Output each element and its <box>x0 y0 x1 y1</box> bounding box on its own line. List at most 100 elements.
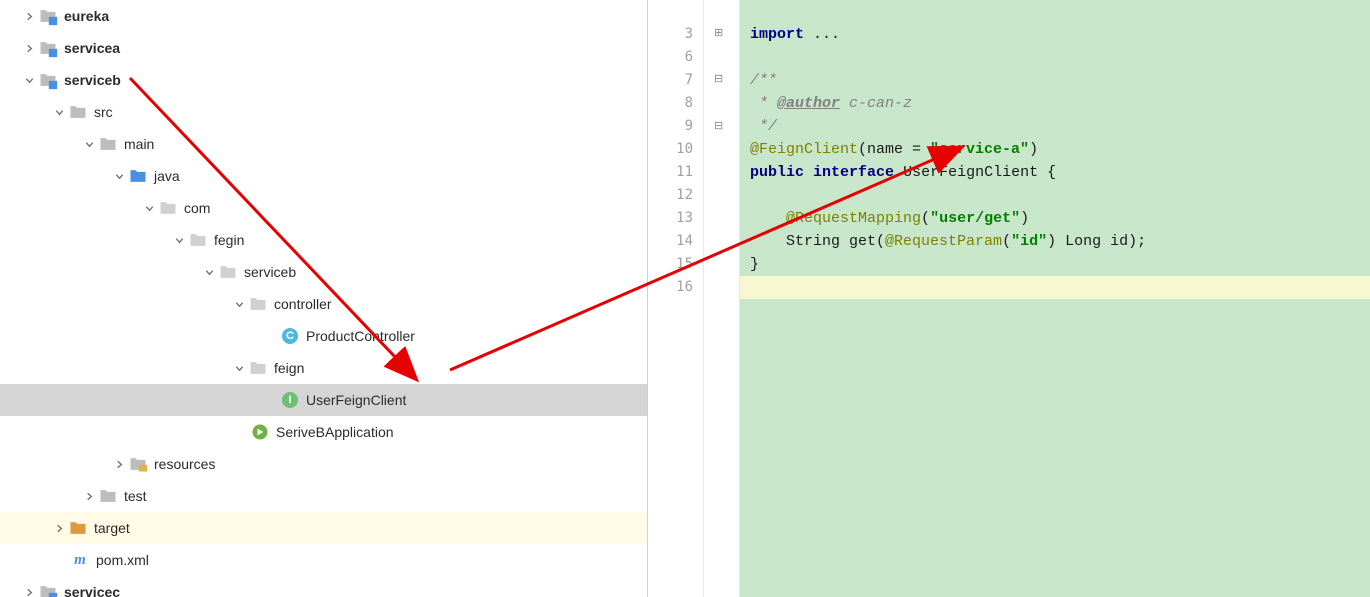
gutter-line: 16 <box>648 276 693 299</box>
chevron-down-icon[interactable] <box>230 363 248 374</box>
module-folder-icon <box>38 70 58 90</box>
interface-icon: I <box>280 390 300 410</box>
chevron-down-icon[interactable] <box>20 75 38 86</box>
tree-label: target <box>94 520 130 536</box>
tree-item-product-controller[interactable]: C ProductController <box>0 320 647 352</box>
chevron-down-icon[interactable] <box>50 107 68 118</box>
chevron-right-icon[interactable] <box>80 491 98 502</box>
project-tree[interactable]: eureka servicea serviceb <box>0 0 648 597</box>
tree-item-resources[interactable]: resources <box>0 448 647 480</box>
chevron-right-icon[interactable] <box>20 43 38 54</box>
code-string: "service-a" <box>930 141 1029 158</box>
chevron-down-icon[interactable] <box>110 171 128 182</box>
tree-item-seriveb-application[interactable]: SeriveBApplication <box>0 416 647 448</box>
tree-item-src[interactable]: src <box>0 96 647 128</box>
tree-item-java[interactable]: java <box>0 160 647 192</box>
folder-icon <box>98 134 118 154</box>
chevron-down-icon[interactable] <box>140 203 158 214</box>
tree-item-eureka[interactable]: eureka <box>0 0 647 32</box>
tree-item-target[interactable]: target <box>0 512 647 544</box>
tree-item-fegin[interactable]: fegin <box>0 224 647 256</box>
code-comment: c-can-z <box>840 95 912 112</box>
code-comment: */ <box>750 118 777 135</box>
tree-item-main[interactable]: main <box>0 128 647 160</box>
code-comment: * <box>750 95 777 112</box>
tree-label: servicec <box>64 584 120 597</box>
resources-folder-icon <box>128 454 148 474</box>
tree-item-com[interactable]: com <box>0 192 647 224</box>
gutter-line <box>648 0 693 23</box>
chevron-right-icon[interactable] <box>20 11 38 22</box>
code-text: ) Long id); <box>1047 233 1146 250</box>
package-icon <box>248 358 268 378</box>
fold-collapse-icon[interactable]: ⊟ <box>714 72 723 85</box>
chevron-right-icon[interactable] <box>50 523 68 534</box>
source-folder-icon <box>128 166 148 186</box>
code-content[interactable]: import ... /** * @author c-can-z */ @Fei… <box>740 0 1370 597</box>
gutter-line: 9 <box>648 115 693 138</box>
tree-label: fegin <box>214 232 244 248</box>
tree-label: serviceb <box>64 72 121 88</box>
code-string: "user/get" <box>930 210 1020 227</box>
tree-item-test[interactable]: test <box>0 480 647 512</box>
code-javadoc-tag: @author <box>777 95 840 112</box>
tree-item-pkg-serviceb[interactable]: serviceb <box>0 256 647 288</box>
tree-item-pom-xml[interactable]: m pom.xml <box>0 544 647 576</box>
module-folder-icon <box>38 6 58 26</box>
maven-icon: m <box>70 550 90 570</box>
chevron-down-icon[interactable] <box>170 235 188 246</box>
editor-fold-gutter: ⊞ ⊟ ⊟ <box>704 0 740 597</box>
module-folder-icon <box>38 582 58 597</box>
tree-label: feign <box>274 360 304 376</box>
tree-label: test <box>124 488 147 504</box>
code-text: } <box>750 256 759 273</box>
tree-item-feign[interactable]: feign <box>0 352 647 384</box>
class-icon: C <box>280 326 300 346</box>
gutter-line: 8 <box>648 92 693 115</box>
code-annotation: @RequestMapping <box>786 210 921 227</box>
tree-label: UserFeignClient <box>306 392 406 408</box>
tree-item-servicea[interactable]: servicea <box>0 32 647 64</box>
code-editor[interactable]: 3 6 7 8 9 10 11 12 13 14 15 16 ⊞ ⊟ ⊟ imp… <box>648 0 1370 597</box>
gutter-line: 6 <box>648 46 693 69</box>
code-text: (name = <box>858 141 930 158</box>
chevron-down-icon[interactable] <box>230 299 248 310</box>
tree-label: controller <box>274 296 332 312</box>
code-text: ) <box>1029 141 1038 158</box>
fold-end-icon: ⊟ <box>714 119 723 132</box>
tree-label: SeriveBApplication <box>276 424 394 440</box>
tree-label: servicea <box>64 40 120 56</box>
tree-label: eureka <box>64 8 109 24</box>
tree-item-user-feign-client[interactable]: I UserFeignClient <box>0 384 647 416</box>
code-comment: /** <box>750 72 777 89</box>
module-folder-icon <box>38 38 58 58</box>
chevron-down-icon[interactable] <box>200 267 218 278</box>
fold-expand-icon[interactable]: ⊞ <box>714 26 723 39</box>
excluded-folder-icon <box>68 518 88 538</box>
spring-boot-icon <box>250 422 270 442</box>
code-keyword: public <box>750 164 804 181</box>
code-text: ( <box>1002 233 1011 250</box>
gutter-line: 13 <box>648 207 693 230</box>
folder-icon <box>68 102 88 122</box>
chevron-right-icon[interactable] <box>110 459 128 470</box>
tree-label: main <box>124 136 154 152</box>
tree-item-serviceb[interactable]: serviceb <box>0 64 647 96</box>
tree-label: ProductController <box>306 328 415 344</box>
tree-item-servicec[interactable]: servicec <box>0 576 647 597</box>
code-annotation: @FeignClient <box>750 141 858 158</box>
code-keyword: interface <box>813 164 894 181</box>
package-icon <box>218 262 238 282</box>
chevron-right-icon[interactable] <box>20 587 38 597</box>
gutter-line: 14 <box>648 230 693 253</box>
gutter-line: 7 <box>648 69 693 92</box>
editor-gutter: 3 6 7 8 9 10 11 12 13 14 15 16 <box>648 0 704 597</box>
code-text: ( <box>921 210 930 227</box>
code-keyword: import <box>750 26 804 43</box>
code-string: "id" <box>1011 233 1047 250</box>
code-text: ) <box>1020 210 1029 227</box>
gutter-line: 12 <box>648 184 693 207</box>
package-icon <box>248 294 268 314</box>
chevron-down-icon[interactable] <box>80 139 98 150</box>
tree-item-controller[interactable]: controller <box>0 288 647 320</box>
